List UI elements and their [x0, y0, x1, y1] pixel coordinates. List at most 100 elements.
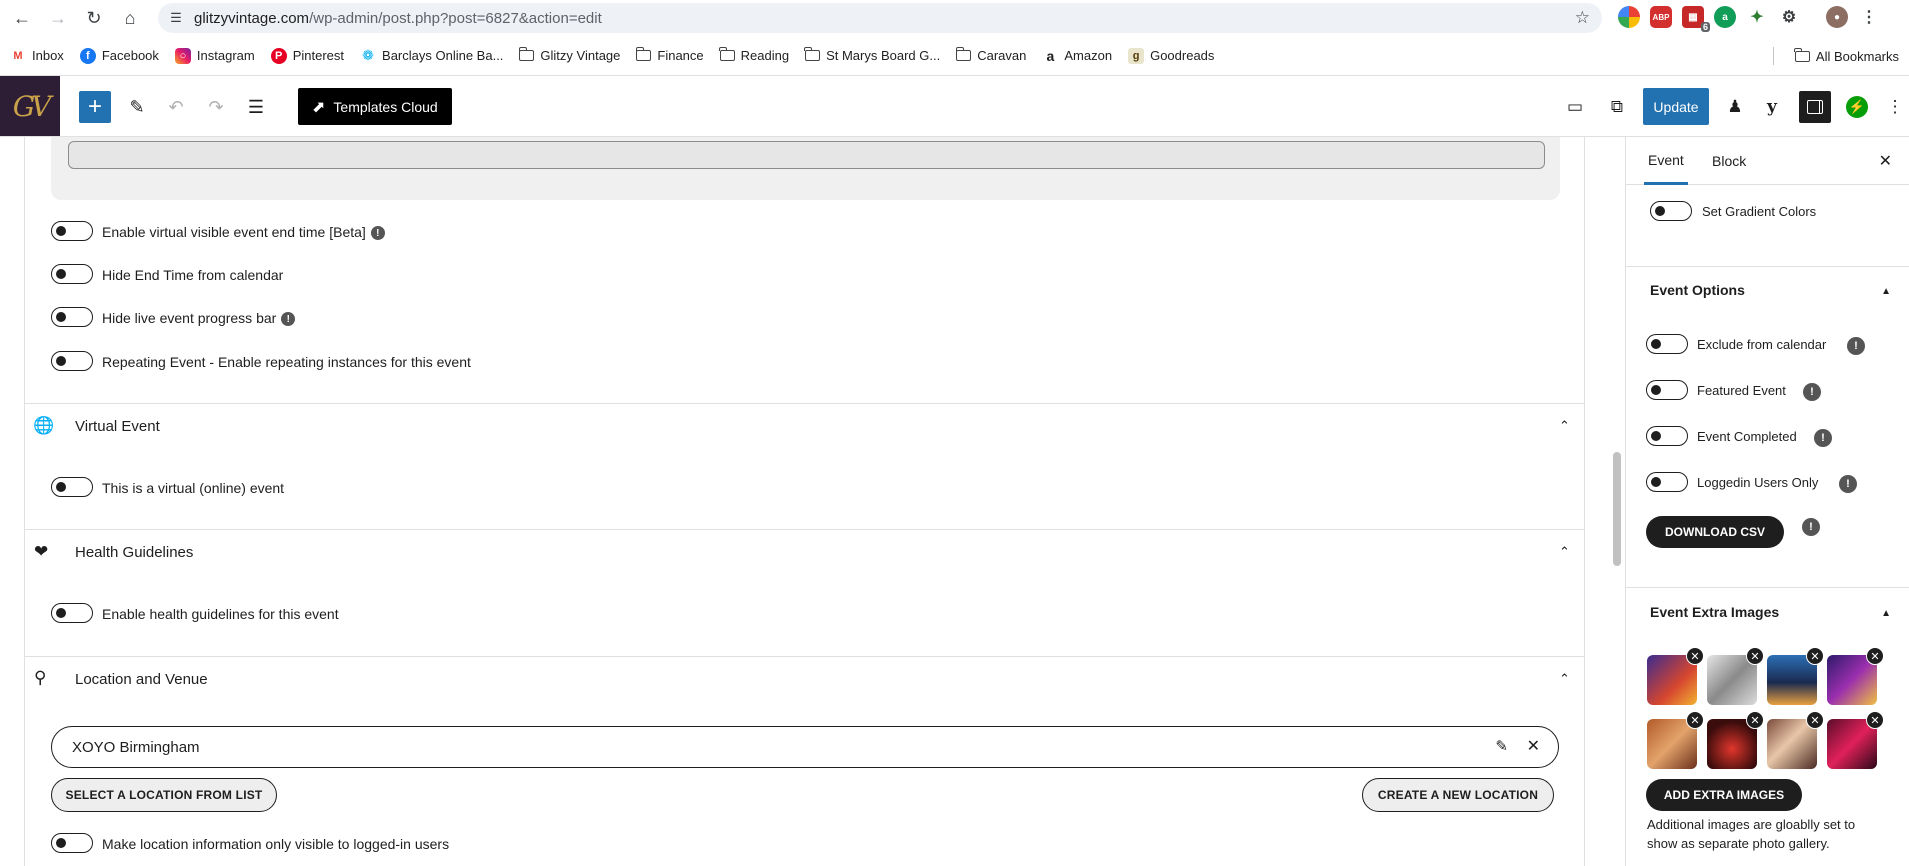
remove-image-icon[interactable]: ✕: [1806, 711, 1824, 729]
info-icon[interactable]: !: [1847, 337, 1865, 355]
canvas-scroll-thumb[interactable]: [1613, 452, 1621, 566]
health-guidelines-toggle[interactable]: [51, 603, 93, 623]
all-bookmarks[interactable]: All Bookmarks: [1794, 36, 1899, 76]
adblock-icon[interactable]: ABP: [1650, 6, 1672, 28]
jetpack-icon[interactable]: ⚡: [1846, 96, 1868, 118]
remove-image-icon[interactable]: ✕: [1866, 647, 1884, 665]
event-completed-toggle[interactable]: [1646, 426, 1688, 446]
extra-images-heading[interactable]: Event Extra Images: [1650, 604, 1779, 620]
bookmark-finance[interactable]: Finance: [635, 47, 704, 63]
user-icon[interactable]: ♟: [1719, 91, 1751, 123]
home-icon[interactable]: ⌂: [110, 0, 150, 36]
settings-sidebar-toggle[interactable]: [1799, 91, 1831, 123]
preview-device-icon[interactable]: ▭: [1559, 91, 1591, 123]
browser-menu-icon[interactable]: ⋮: [1858, 6, 1880, 28]
extra-image-thumb[interactable]: ✕: [1647, 711, 1704, 769]
site-info-icon[interactable]: ☰: [158, 10, 194, 26]
remove-image-icon[interactable]: ✕: [1746, 711, 1764, 729]
chevron-up-icon[interactable]: ⌃: [1559, 418, 1570, 434]
loggedin-only-toggle[interactable]: [1646, 472, 1688, 492]
location-logged-in-toggle[interactable]: [51, 833, 93, 853]
extra-image-thumb[interactable]: ✕: [1827, 647, 1884, 705]
chevron-up-icon[interactable]: ⌃: [1559, 671, 1570, 687]
colorful-extension-icon[interactable]: [1618, 6, 1640, 28]
redo-icon[interactable]: ↷: [200, 91, 232, 123]
event-options-heading[interactable]: Event Options: [1650, 282, 1745, 298]
bookmark-amazon[interactable]: a Amazon: [1042, 48, 1112, 64]
bookmark-glitzy-vintage[interactable]: Glitzy Vintage: [518, 47, 620, 63]
tab-event[interactable]: Event: [1644, 137, 1688, 185]
view-post-icon[interactable]: ⧉: [1601, 91, 1633, 123]
remove-image-icon[interactable]: ✕: [1746, 647, 1764, 665]
update-button[interactable]: Update: [1643, 88, 1709, 125]
bookmark-barclays[interactable]: ❁ Barclays Online Ba...: [360, 47, 503, 64]
bookmark-instagram[interactable]: ○ Instagram: [174, 47, 255, 64]
virtual-event-toggle[interactable]: [51, 477, 93, 497]
reload-icon[interactable]: ↻: [74, 0, 114, 36]
location-venue-title[interactable]: Location and Venue: [75, 671, 208, 688]
extra-image-thumb[interactable]: ✕: [1827, 711, 1884, 769]
tab-block[interactable]: Block: [1708, 137, 1750, 185]
document-overview-icon[interactable]: ☰: [240, 91, 272, 123]
virtual-end-time-toggle[interactable]: [51, 221, 93, 241]
info-icon[interactable]: !: [1839, 475, 1857, 493]
leaf-extension-icon[interactable]: ✦: [1746, 6, 1768, 28]
bookmark-inbox[interactable]: M Inbox: [10, 48, 63, 64]
calendar-extension-icon[interactable]: ▦ 6: [1682, 6, 1710, 32]
extra-image-thumb[interactable]: ✕: [1647, 647, 1704, 705]
add-block-button[interactable]: +: [79, 91, 111, 123]
extra-image-thumb[interactable]: ✕: [1767, 711, 1824, 769]
undo-icon[interactable]: ↶: [160, 91, 192, 123]
address-bar[interactable]: ☰ glitzyvintage.com/wp-admin/post.php?po…: [158, 3, 1602, 33]
close-sidebar-icon[interactable]: ✕: [1879, 151, 1892, 171]
back-icon[interactable]: ←: [2, 0, 42, 36]
hide-end-time-toggle[interactable]: [51, 264, 93, 284]
puzzle-icon[interactable]: ⚙: [1778, 6, 1800, 28]
templates-cloud-button[interactable]: ⬈ Templates Cloud: [298, 88, 452, 125]
hide-progress-toggle[interactable]: [51, 307, 93, 327]
info-icon[interactable]: !: [1802, 518, 1820, 536]
remove-image-icon[interactable]: ✕: [1686, 647, 1704, 665]
remove-image-icon[interactable]: ✕: [1686, 711, 1704, 729]
grammar-extension-icon[interactable]: a: [1714, 6, 1736, 28]
download-csv-button[interactable]: DOWNLOAD CSV: [1646, 516, 1784, 548]
bookmark-st-marys[interactable]: St Marys Board G...: [804, 47, 940, 63]
close-icon[interactable]: ✕: [1527, 736, 1540, 756]
yoast-icon[interactable]: y: [1756, 91, 1788, 123]
bookmark-goodreads[interactable]: g Goodreads: [1128, 47, 1214, 64]
create-location-button[interactable]: CREATE A NEW LOCATION: [1362, 778, 1554, 812]
options-menu-icon[interactable]: ⋮: [1879, 91, 1909, 123]
edit-pencil-icon[interactable]: ✎: [1495, 737, 1508, 755]
bookmark-reading[interactable]: Reading: [719, 47, 789, 63]
remove-image-icon[interactable]: ✕: [1806, 647, 1824, 665]
extra-image-thumb[interactable]: ✕: [1707, 647, 1764, 705]
info-icon[interactable]: !: [370, 226, 385, 241]
caret-up-icon[interactable]: ▲: [1881, 286, 1891, 297]
add-extra-images-button[interactable]: ADD EXTRA IMAGES: [1646, 779, 1802, 811]
bookmark-star-icon[interactable]: ☆: [1575, 8, 1590, 28]
location-field[interactable]: XOYO Birmingham ✎ ✕: [51, 726, 1559, 768]
profile-avatar[interactable]: ●: [1826, 6, 1848, 28]
site-logo[interactable]: GV: [0, 76, 60, 136]
chevron-up-icon[interactable]: ⌃: [1559, 544, 1570, 560]
pencil-icon[interactable]: ✎: [121, 91, 153, 123]
exclude-calendar-toggle[interactable]: [1646, 334, 1688, 354]
virtual-event-title[interactable]: Virtual Event: [75, 418, 160, 435]
time-input-field[interactable]: [68, 141, 1545, 169]
repeating-event-toggle[interactable]: [51, 351, 93, 371]
bookmark-facebook[interactable]: f Facebook: [79, 47, 159, 64]
info-icon[interactable]: !: [1803, 383, 1821, 401]
remove-image-icon[interactable]: ✕: [1866, 711, 1884, 729]
info-icon[interactable]: !: [281, 312, 296, 327]
bookmark-caravan[interactable]: Caravan: [955, 47, 1026, 63]
forward-icon[interactable]: →: [38, 0, 78, 36]
select-location-button[interactable]: SELECT A LOCATION FROM LIST: [51, 778, 277, 812]
bookmark-pinterest[interactable]: P Pinterest: [270, 47, 344, 64]
featured-event-toggle[interactable]: [1646, 380, 1688, 400]
health-guidelines-title[interactable]: Health Guidelines: [75, 544, 193, 561]
caret-up-icon[interactable]: ▲: [1881, 608, 1891, 619]
info-icon[interactable]: !: [1814, 429, 1832, 447]
extra-image-thumb[interactable]: ✕: [1767, 647, 1824, 705]
gradient-colors-toggle[interactable]: [1650, 201, 1692, 221]
extra-image-thumb[interactable]: ✕: [1707, 711, 1764, 769]
